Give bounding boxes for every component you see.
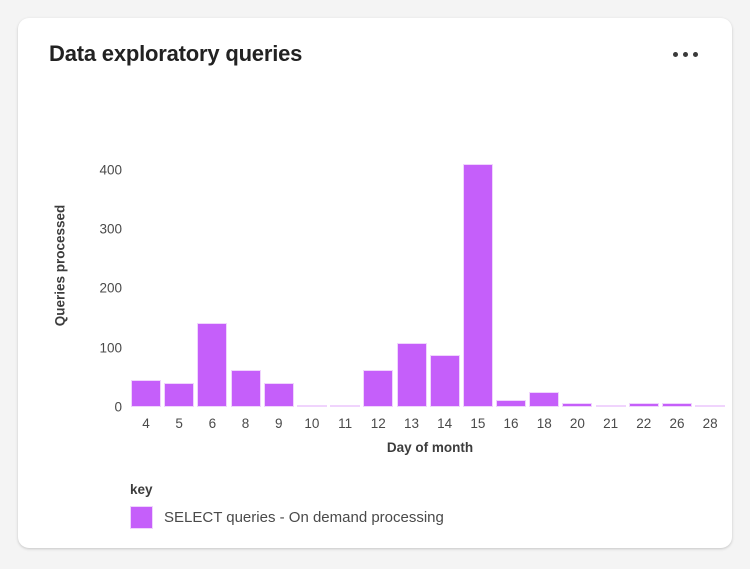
bar-slot: 8 bbox=[230, 152, 264, 431]
bar[interactable] bbox=[662, 403, 692, 407]
bar[interactable] bbox=[562, 402, 593, 407]
bar[interactable] bbox=[164, 383, 195, 407]
x-axis-tick-label: 4 bbox=[142, 416, 150, 431]
bar[interactable] bbox=[595, 404, 626, 407]
bar-slot: 11 bbox=[330, 152, 363, 431]
x-axis-tick-label: 11 bbox=[338, 416, 353, 431]
x-axis-tick-label: 15 bbox=[470, 416, 486, 431]
bar-slot: 12 bbox=[363, 152, 396, 431]
bar[interactable] bbox=[429, 355, 460, 407]
legend-item-label: SELECT queries - On demand processing bbox=[164, 509, 444, 526]
bar-slot: 6 bbox=[197, 152, 230, 431]
bar-slot: 18 bbox=[529, 152, 562, 431]
y-axis-tick-label: 200 bbox=[99, 280, 122, 296]
bar[interactable] bbox=[529, 391, 560, 407]
chart-legend: key SELECT queries - On demand processin… bbox=[130, 482, 444, 529]
x-axis-tick-label: 9 bbox=[274, 416, 283, 431]
bar-slot: 5 bbox=[164, 152, 197, 431]
bar[interactable] bbox=[296, 405, 327, 407]
bar-series: 4 5 6 8 9 10 11 12 13 14 15 16 18 20 21 22 26 28 bbox=[131, 152, 729, 431]
bar[interactable] bbox=[396, 342, 427, 407]
y-axis-tick-label: 300 bbox=[99, 221, 122, 237]
chart-card: Data exploratory queries Queries process… bbox=[18, 18, 732, 548]
bar[interactable] bbox=[230, 369, 261, 407]
bar[interactable] bbox=[363, 370, 394, 407]
bar-slot: 10 bbox=[296, 152, 330, 431]
x-axis-tick-label: 20 bbox=[569, 416, 585, 431]
x-axis-tick-label: 18 bbox=[536, 416, 552, 431]
bar-slot: 14 bbox=[429, 152, 463, 431]
x-axis-tick-label: 21 bbox=[603, 416, 619, 431]
y-axis-tick-label: 400 bbox=[99, 162, 122, 178]
bar-slot: 28 bbox=[695, 152, 728, 431]
page-title: Data exploratory queries bbox=[49, 41, 303, 66]
x-axis-tick-label: 26 bbox=[669, 416, 685, 431]
bar-slot: 9 bbox=[263, 152, 297, 431]
x-axis-tick-label: 8 bbox=[241, 416, 250, 431]
legend-item[interactable]: SELECT queries - On demand processing bbox=[130, 506, 444, 529]
ellipsis-dot-3 bbox=[693, 51, 698, 57]
ellipsis-dot-2 bbox=[683, 51, 688, 57]
plot-area: 0 100 200 300 400 4 5 6 8 9 10 11 12 13 14 15 16 18 20 21 2… bbox=[99, 152, 729, 431]
bar-chart: Queries processed 0 100 200 300 400 4 5 6 8 9 10 1… bbox=[18, 90, 732, 548]
bar[interactable] bbox=[131, 380, 161, 407]
x-axis-tick-label: 16 bbox=[503, 416, 519, 431]
x-axis-tick-label: 14 bbox=[437, 416, 453, 431]
x-axis-tick-label: 6 bbox=[208, 416, 217, 431]
x-axis-tick-label: 13 bbox=[403, 416, 420, 431]
ellipsis-horizontal-icon[interactable] bbox=[669, 44, 702, 65]
y-axis-tick-label: 100 bbox=[99, 340, 122, 356]
x-axis-title: Day of month bbox=[386, 440, 474, 455]
ellipsis-dot-1 bbox=[673, 51, 678, 57]
bar[interactable] bbox=[462, 163, 493, 407]
card-header: Data exploratory queries bbox=[18, 18, 732, 90]
legend-title: key bbox=[130, 482, 153, 497]
bar[interactable] bbox=[330, 405, 361, 407]
bar[interactable] bbox=[695, 405, 726, 407]
bar-slot: 4 bbox=[131, 152, 164, 431]
legend-color-swatch bbox=[130, 506, 153, 529]
bar[interactable] bbox=[197, 322, 228, 407]
bar-slot: 22 bbox=[628, 152, 662, 431]
y-axis-title: Queries processed bbox=[52, 204, 68, 327]
bar[interactable] bbox=[496, 399, 527, 407]
bar-slot: 16 bbox=[496, 152, 529, 431]
x-axis-tick-label: 22 bbox=[636, 416, 652, 431]
bar[interactable] bbox=[628, 402, 659, 407]
x-axis-tick-label: 10 bbox=[304, 416, 320, 431]
bar-slot: 21 bbox=[595, 152, 629, 431]
x-axis-tick-label: 5 bbox=[175, 416, 183, 431]
x-axis-tick-label: 12 bbox=[370, 416, 386, 431]
bar-slot: 15 bbox=[462, 152, 496, 431]
bar-slot: 13 bbox=[396, 152, 430, 431]
x-axis-tick-label: 28 bbox=[702, 416, 718, 431]
bar-slot: 20 bbox=[562, 152, 595, 431]
y-axis-tick-label: 0 bbox=[114, 399, 122, 415]
bar-slot: 26 bbox=[662, 152, 695, 431]
bar[interactable] bbox=[263, 383, 294, 407]
